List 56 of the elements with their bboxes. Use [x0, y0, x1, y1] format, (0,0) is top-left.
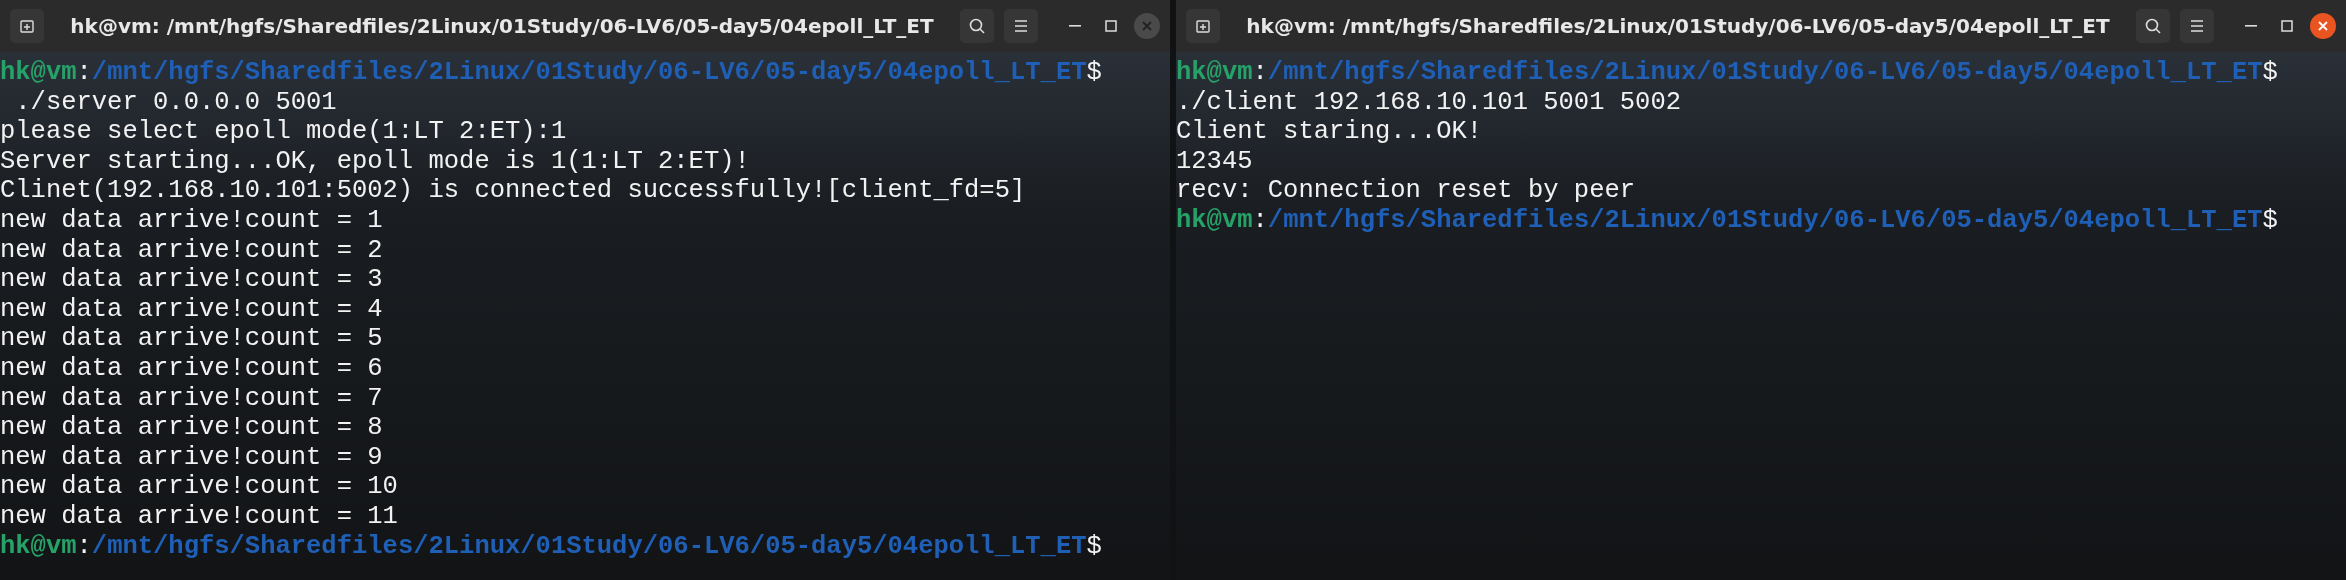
- window-title: hk@vm: /mnt/hgfs/Sharedfiles/2Linux/01Study/06-LV6/05-day5/04epoll_LT_ET: [1245, 14, 2111, 38]
- terminal-output-line: Client staring...OK!: [1176, 117, 1483, 147]
- new-tab-button[interactable]: [1186, 9, 1220, 43]
- prompt-path: /mnt/hgfs/Sharedfiles/2Linux/01Study/06-LV6/05-day5/04epoll_LT_ET: [91, 531, 1087, 561]
- prompt-symbol: $: [1086, 58, 1102, 87]
- close-button[interactable]: [2310, 13, 2336, 39]
- terminal-output-line: new data arrive!count = 1: [0, 205, 383, 236]
- search-button[interactable]: [960, 9, 994, 43]
- prompt-user-host: hk@vm: [1176, 58, 1253, 87]
- menu-button[interactable]: [1004, 9, 1038, 43]
- new-tab-icon: [1195, 18, 1211, 34]
- prompt-symbol: $: [1086, 531, 1102, 561]
- terminal-output-line: new data arrive!count = 8: [0, 413, 383, 443]
- close-icon: [1141, 20, 1153, 32]
- close-icon: [2317, 20, 2329, 32]
- terminal-output-line: new data arrive!count = 7: [0, 383, 383, 414]
- terminal-output-line: new data arrive!count = 11: [0, 501, 398, 532]
- menu-icon: [1013, 19, 1029, 33]
- prompt-user-host: hk@vm: [1176, 205, 1253, 235]
- terminal-output-line: new data arrive!count = 10: [0, 472, 398, 502]
- terminal-output-line: ./client 192.168.10.101 5001 5002: [1176, 87, 1681, 118]
- prompt-separator: :: [76, 531, 92, 561]
- terminal-output-line: new data arrive!count = 5: [0, 324, 383, 354]
- terminal-output-line: Clinet(192.168.10.101:5002) is connected successfully![client_fd=5]: [0, 176, 1026, 206]
- new-tab-button[interactable]: [10, 9, 44, 43]
- prompt-symbol: $: [2262, 58, 2278, 87]
- new-tab-icon: [19, 18, 35, 34]
- prompt-user-host: hk@vm: [0, 58, 77, 87]
- terminal-output-line: Server starting...OK, epoll mode is 1(1:LT 2:ET)!: [0, 146, 750, 177]
- maximize-icon: [2281, 20, 2293, 32]
- menu-button[interactable]: [2180, 9, 2214, 43]
- prompt-symbol: $: [2262, 205, 2278, 235]
- terminal-output-line: 12345: [1176, 146, 1253, 177]
- prompt-separator: :: [1252, 205, 1268, 235]
- prompt-path: /mnt/hgfs/Sharedfiles/2Linux/01Study/06-LV6/05-day5/04epoll_LT_ET: [1267, 58, 2263, 87]
- terminal-output-line: new data arrive!count = 4: [0, 294, 383, 325]
- search-icon: [2144, 17, 2162, 35]
- menu-icon: [2189, 19, 2205, 33]
- prompt-separator: :: [1252, 58, 1268, 87]
- terminal-output-line: recv: Connection reset by peer: [1176, 176, 1636, 206]
- terminal-output-line: please select epoll mode(1:LT 2:ET):1: [0, 117, 567, 147]
- terminal-output-line: new data arrive!count = 6: [0, 353, 383, 384]
- terminal-output-line: new data arrive!count = 2: [0, 235, 383, 266]
- minimize-icon: [1069, 25, 1081, 27]
- terminal-output-line: new data arrive!count = 3: [0, 265, 383, 295]
- terminal-output-line: ./server 0.0.0.0 5001: [14, 87, 337, 118]
- maximize-icon: [1105, 20, 1117, 32]
- minimize-icon: [2245, 25, 2257, 27]
- prompt-user-host: hk@vm: [0, 531, 77, 561]
- search-icon: [968, 17, 986, 35]
- search-button[interactable]: [2136, 9, 2170, 43]
- prompt-separator: :: [76, 58, 92, 87]
- window-title: hk@vm: /mnt/hgfs/Sharedfiles/2Linux/01Study/06-LV6/05-day5/04epoll_LT_ET: [69, 14, 935, 38]
- prompt-path: /mnt/hgfs/Sharedfiles/2Linux/01Study/06-LV6/05-day5/04epoll_LT_ET: [91, 58, 1087, 87]
- prompt-path: /mnt/hgfs/Sharedfiles/2Linux/01Study/06-LV6/05-day5/04epoll_LT_ET: [1267, 205, 2263, 235]
- terminal-output-line: new data arrive!count = 9: [0, 442, 383, 473]
